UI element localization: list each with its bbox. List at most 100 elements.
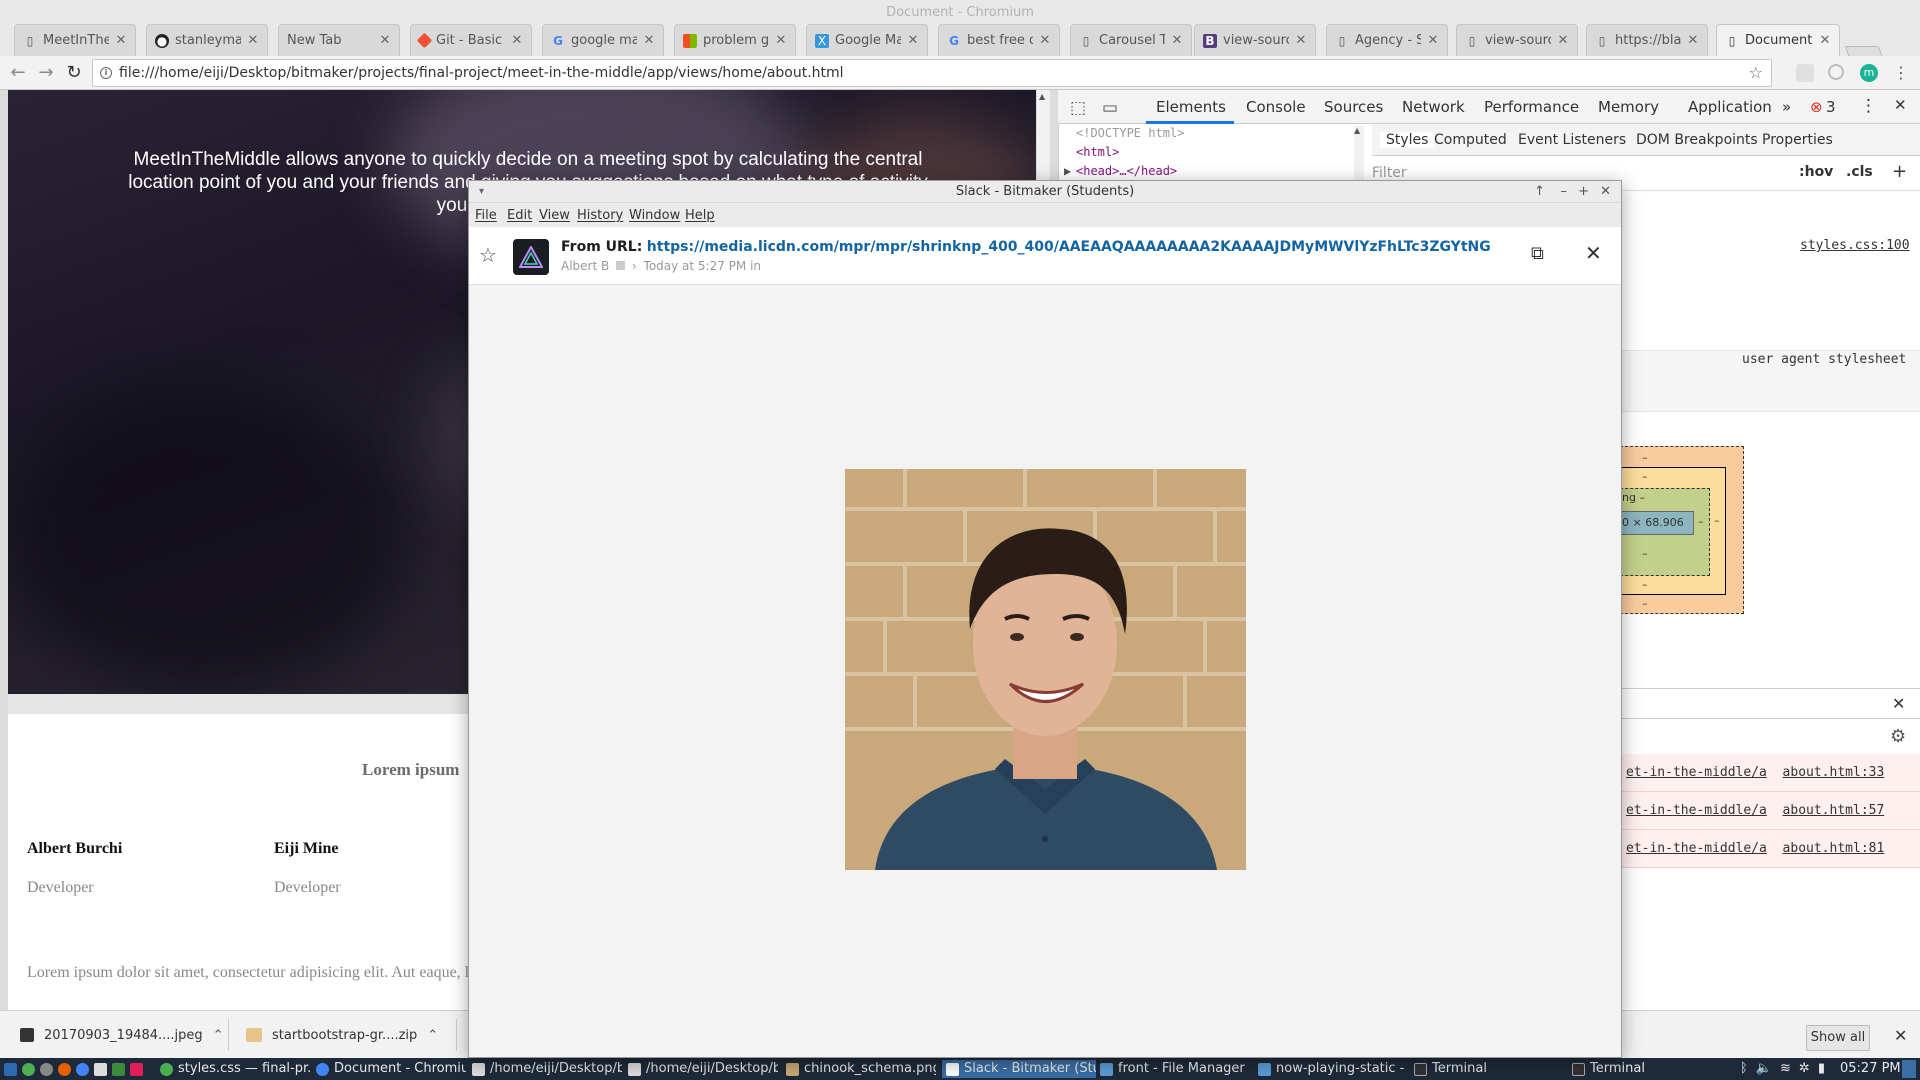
bookmark-star-icon[interactable]: ☆	[1749, 60, 1763, 86]
reload-icon[interactable]: ↻	[64, 63, 84, 83]
devtools-tab-console[interactable]: Console	[1246, 98, 1306, 116]
file-author[interactable]: Albert B	[561, 259, 609, 273]
close-preview-icon[interactable]: ✕	[1585, 241, 1602, 265]
taskbar-item[interactable]: styles.css — final-pr...	[160, 1060, 310, 1078]
browser-tab-active[interactable]: ▯ Document ✕	[1716, 24, 1840, 56]
devtools-tab-performance[interactable]: Performance	[1484, 98, 1579, 116]
tab-close-icon[interactable]: ✕	[511, 33, 523, 48]
tab-close-icon[interactable]: ✕	[1171, 33, 1183, 48]
menu-view[interactable]: View	[539, 208, 570, 223]
preview-image[interactable]	[845, 469, 1246, 870]
expand-triangle-icon[interactable]: ▶	[1064, 162, 1071, 181]
taskbar-item[interactable]: now-playing-static - F...	[1258, 1060, 1408, 1078]
browser-tab[interactable]: Git - Basic B ✕	[410, 24, 532, 56]
dom-scrollbar[interactable]: ▲	[1354, 126, 1364, 186]
download-item[interactable]: 20170903_19484....jpeg ⌃	[20, 1019, 224, 1051]
browser-tab[interactable]: ● stanleyma8 ✕	[146, 24, 268, 56]
browser-tab[interactable]: ▯ Carousel Te ✕	[1070, 24, 1192, 56]
console-message-row[interactable]: et-in-the-middle/a about.html:81	[1620, 830, 1920, 868]
menu-help[interactable]: Help	[685, 208, 715, 223]
window-minimize-icon[interactable]: –	[1561, 181, 1568, 203]
browser-tab[interactable]: problem get ✕	[674, 24, 796, 56]
bluetooth-icon[interactable]: ᛒ	[1740, 1060, 1748, 1078]
tab-close-icon[interactable]: ✕	[379, 33, 391, 48]
download-item[interactable]: startbootstrap-gr....zip ⌃	[246, 1019, 438, 1051]
show-desktop-button[interactable]	[1902, 1060, 1916, 1078]
forward-icon[interactable]: →	[36, 63, 56, 83]
dom-head[interactable]: ▶ <head>…</head>	[1064, 162, 1358, 181]
battery-icon[interactable]: ▮	[1818, 1060, 1825, 1078]
extension-circle-icon[interactable]	[1828, 64, 1844, 80]
tab-close-icon[interactable]: ✕	[775, 33, 787, 48]
hover-state-toggle[interactable]: :hov	[1799, 164, 1833, 180]
menu-history[interactable]: History	[577, 208, 623, 223]
browser-tab[interactable]: X Google Map ✕	[806, 24, 928, 56]
tab-close-icon[interactable]: ✕	[1295, 33, 1307, 48]
styles-filter-input[interactable]: Filter	[1372, 165, 1407, 181]
console-message-row[interactable]: et-in-the-middle/a about.html:33	[1620, 754, 1920, 792]
editor-icon[interactable]	[94, 1062, 107, 1076]
devtools-tab-application[interactable]: Application	[1688, 98, 1772, 116]
browser-tab[interactable]: Bview-source ✕	[1194, 24, 1316, 56]
taskbar-item-active[interactable]: Slack - Bitmaker (Stu...	[942, 1060, 1096, 1078]
tab-close-icon[interactable]: ✕	[643, 33, 655, 48]
scroll-up-icon[interactable]: ▲	[1354, 126, 1364, 135]
chromium-icon[interactable]	[76, 1062, 89, 1076]
tab-close-icon[interactable]: ✕	[115, 33, 127, 48]
firefox-icon[interactable]	[58, 1062, 71, 1076]
window-keep-above-icon[interactable]: ↑	[1534, 181, 1545, 203]
volume-icon[interactable]: 🔈	[1756, 1060, 1772, 1078]
clock[interactable]: 05:27 PM	[1840, 1060, 1901, 1078]
devtools-tab-sources[interactable]: Sources	[1324, 98, 1383, 116]
back-icon[interactable]: ←	[8, 63, 28, 83]
device-toolbar-icon[interactable]: ▭	[1102, 98, 1118, 118]
console-settings-gear-icon[interactable]: ⚙	[1890, 726, 1906, 747]
star-icon[interactable]: ☆	[479, 243, 497, 267]
address-bar[interactable]: i file:///home/eiji/Desktop/bitmaker/pro…	[92, 59, 1772, 87]
menu-edit[interactable]: Edit	[507, 208, 532, 223]
console-source-path[interactable]: et-in-the-middle/a	[1626, 765, 1767, 780]
properties-tab[interactable]: Properties	[1762, 132, 1833, 148]
style-source-link[interactable]: styles.css:100	[1800, 238, 1910, 253]
menu-kebab-icon[interactable]: ⋮	[1892, 64, 1910, 82]
computed-tab[interactable]: Computed	[1434, 132, 1507, 148]
inspect-element-icon[interactable]: ⬚	[1070, 98, 1086, 118]
new-style-rule-button[interactable]: +	[1892, 161, 1907, 182]
scroll-up-icon[interactable]: ▲	[1039, 92, 1045, 101]
console-source-path[interactable]: et-in-the-middle/a	[1626, 803, 1767, 818]
extension-icon[interactable]	[1796, 64, 1814, 82]
file-url-link[interactable]: https://media.licdn.com/mpr/mpr/shrinknp…	[647, 239, 1491, 255]
console-source-path[interactable]: et-in-the-middle/a	[1626, 841, 1767, 856]
browser-tab[interactable]: Ggoogle map ✕	[542, 24, 664, 56]
window-maximize-icon[interactable]: +	[1578, 181, 1589, 203]
drawer-close-icon[interactable]: ✕	[1892, 694, 1905, 713]
devtools-tab-elements[interactable]: Elements	[1156, 98, 1226, 116]
devtools-tab-memory[interactable]: Memory	[1598, 98, 1659, 116]
tab-close-icon[interactable]: ✕	[1557, 33, 1569, 48]
start-menu-icon[interactable]	[4, 1062, 17, 1076]
taskbar-item[interactable]: Document - Chromium	[316, 1060, 466, 1078]
menu-window[interactable]: Window	[629, 208, 680, 223]
window-menu-icon[interactable]: ▾	[479, 181, 484, 203]
browser-tab[interactable]: New Tab ✕	[278, 24, 400, 56]
taskbar-item[interactable]: /home/eiji/Desktop/b...	[472, 1060, 622, 1078]
tab-close-icon[interactable]: ✕	[1687, 33, 1699, 48]
taskbar-item[interactable]: Terminal	[1572, 1060, 1722, 1078]
chevron-up-icon[interactable]: ⌃	[427, 1028, 438, 1043]
error-count[interactable]: 3	[1826, 98, 1836, 116]
browser-tab[interactable]: ▯ view-source ✕	[1456, 24, 1578, 56]
dom-breakpoints-tab[interactable]: DOM Breakpoints	[1636, 132, 1758, 148]
open-external-icon[interactable]: ⧉	[1531, 243, 1544, 264]
tab-close-icon[interactable]: ✕	[1819, 33, 1831, 48]
browser-tab[interactable]: ▯ https://black ✕	[1586, 24, 1708, 56]
taskbar-item[interactable]: chinook_schema.png...	[786, 1060, 936, 1078]
taskbar-item[interactable]: /home/eiji/Desktop/b...	[628, 1060, 778, 1078]
devtools-menu-icon[interactable]: ⋮	[1860, 96, 1877, 116]
console-message-row[interactable]: et-in-the-middle/a about.html:57	[1620, 792, 1920, 830]
taskbar-item[interactable]: Terminal	[1414, 1060, 1564, 1078]
console-source-link[interactable]: about.html:81	[1783, 841, 1885, 856]
class-toggle[interactable]: .cls	[1846, 164, 1873, 180]
tab-close-icon[interactable]: ✕	[247, 33, 259, 48]
console-source-link[interactable]: about.html:57	[1783, 803, 1885, 818]
files-launcher-icon[interactable]	[40, 1062, 53, 1076]
